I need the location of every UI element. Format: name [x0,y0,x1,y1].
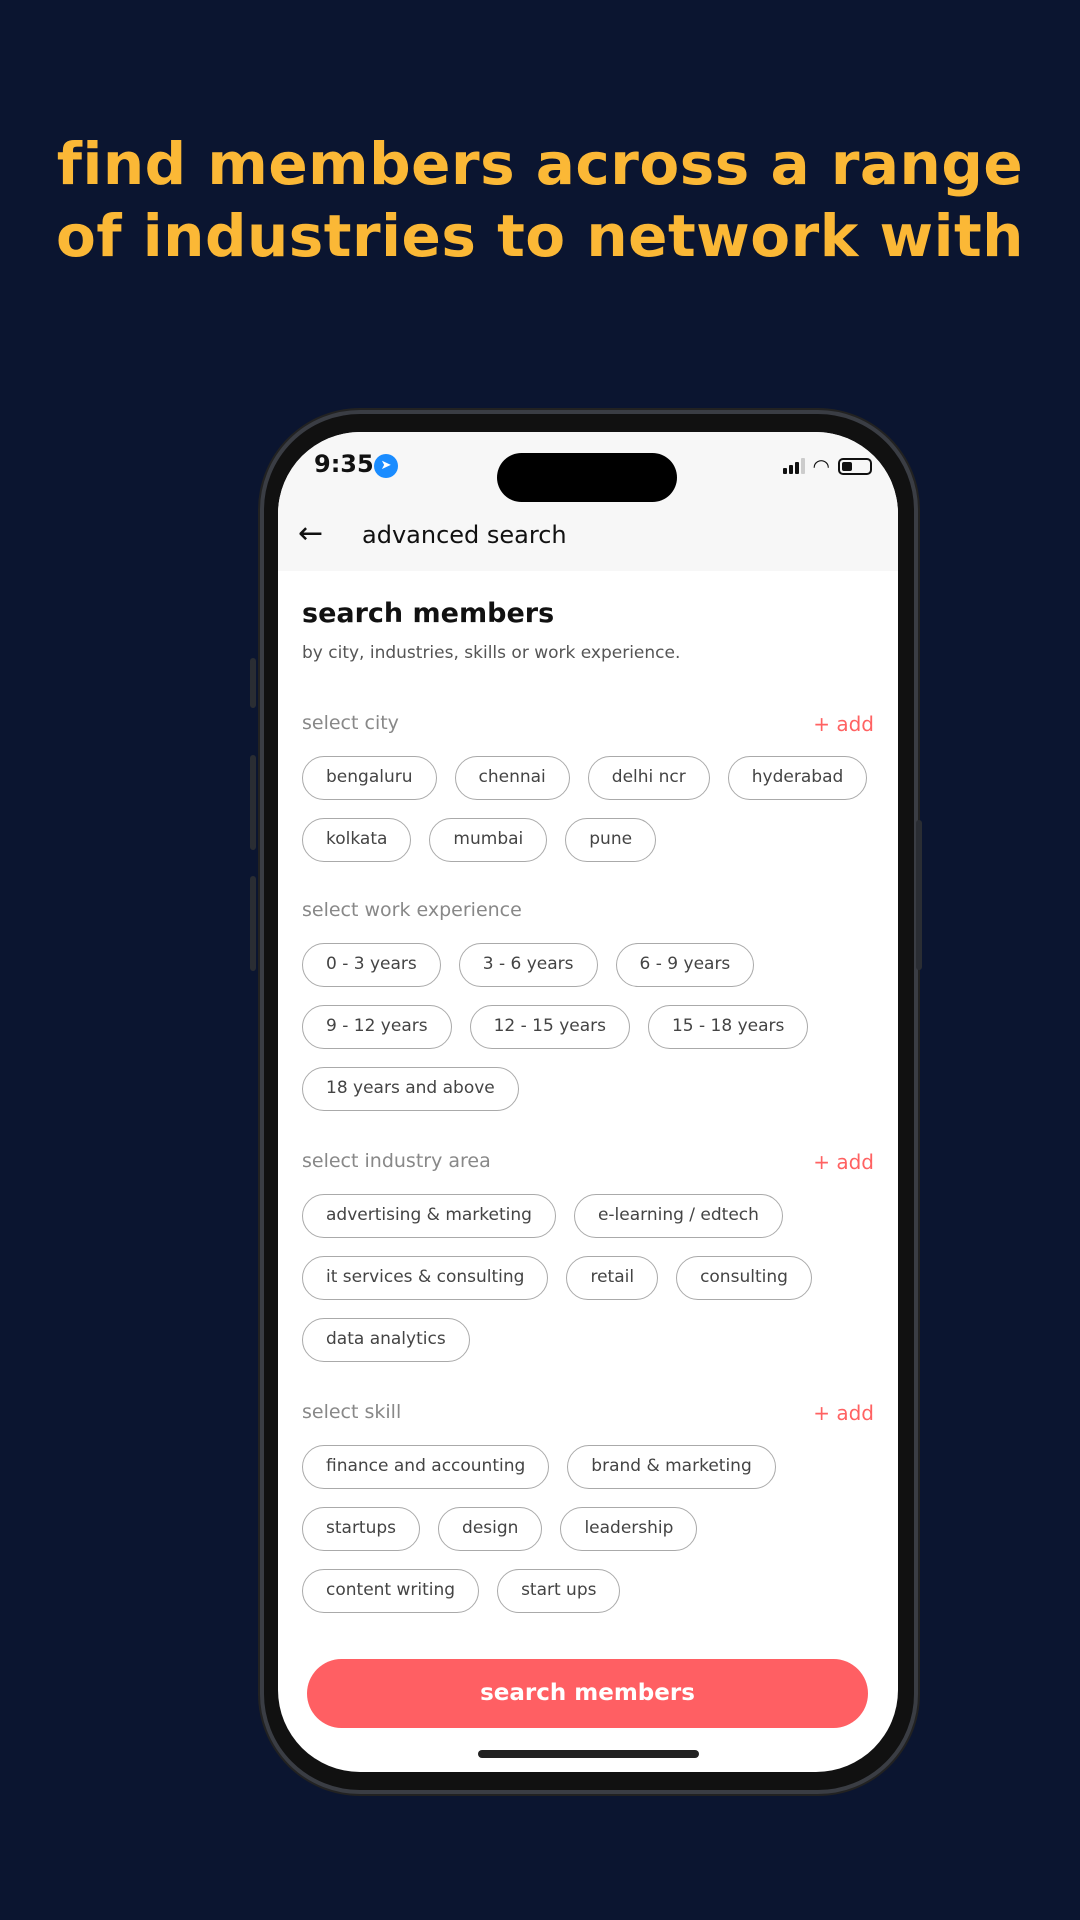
home-indicator [478,1750,699,1758]
filter-chip[interactable]: 12 - 15 years [469,1005,630,1049]
filter-chip[interactable]: startups [302,1507,421,1551]
location-arrow-icon: ➤ [374,454,398,478]
filter-chip[interactable]: 3 - 6 years [458,943,598,987]
filter-chip[interactable]: 15 - 18 years [647,1005,809,1049]
section-label: select work experience [302,899,522,921]
filter-chip[interactable]: bengaluru [302,756,437,800]
filter-chip[interactable]: leadership [560,1507,698,1551]
filter-chip[interactable]: start ups [497,1569,621,1613]
signal-icon [782,458,805,474]
chip-list: finance and accounting brand & marketing s… [302,1445,874,1613]
filter-chip[interactable]: data analytics [302,1318,470,1362]
filter-chip[interactable]: chennai [454,756,570,800]
city-section: select city + add bengaluru chennai delhi nc… [302,712,874,862]
phone-screen: 9:35 ➤ ◠ ← advanced search search member… [278,432,898,1772]
filter-chip[interactable]: brand & marketing [567,1445,776,1489]
section-label: select industry area [302,1150,491,1172]
battery-icon [838,457,872,475]
wifi-icon: ◠ [812,454,830,478]
add-button[interactable]: + add [813,1150,874,1176]
filter-chip[interactable]: consulting [676,1256,812,1300]
filter-chip[interactable]: 9 - 12 years [302,1005,452,1049]
section-label: select skill [302,1401,402,1423]
filter-chip[interactable]: pune [565,818,657,862]
section-header: select skill + add [302,1401,874,1427]
filter-chip[interactable]: finance and accounting [302,1445,550,1489]
section-header: select work experience [302,899,874,925]
filter-chip[interactable]: advertising & marketing [302,1194,556,1238]
arrow-left-icon[interactable]: ← [298,516,323,551]
phone-volume-down [250,876,256,971]
phone-action-button [250,658,256,708]
status-icons: ◠ [782,454,872,478]
search-members-button[interactable]: search members [307,1659,868,1728]
phone-power-button [916,820,922,970]
filter-chip[interactable]: mumbai [429,818,548,862]
filter-chip[interactable]: e-learning / edtech [573,1194,783,1238]
filter-chip[interactable]: delhi ncr [587,756,710,800]
work-experience-section: select work experience 0 - 3 years 3 - 6 y… [302,899,874,1111]
section-header: select industry area + add [302,1150,874,1176]
headline-line-1: find members across a range [56,130,1024,198]
headline: find members across a range of industrie… [0,128,1080,272]
filter-chip[interactable]: design [438,1507,543,1551]
dynamic-island [497,453,677,502]
chip-list: advertising & marketing e-learning / edte… [302,1194,874,1362]
filter-chip[interactable]: 0 - 3 years [302,943,441,987]
filter-chip[interactable]: 6 - 9 years [615,943,755,987]
section-subtitle: by city, industries, skills or work expe… [302,643,681,663]
industry-section: select industry area + add advertising & m… [302,1150,874,1362]
add-button[interactable]: + add [813,1401,874,1427]
page-title: advanced search [362,521,567,549]
add-button[interactable]: + add [813,712,874,738]
filter-chip[interactable]: 18 years and above [302,1067,519,1111]
filter-chip[interactable]: retail [566,1256,659,1300]
filter-chip[interactable]: it services & consulting [302,1256,549,1300]
chip-list: bengaluru chennai delhi ncr hyderabad kolkat… [302,756,874,862]
skill-section: select skill + add finance and accounting b… [302,1401,874,1613]
phone-volume-up [250,755,256,850]
chip-list: 0 - 3 years 3 - 6 years 6 - 9 years 9 - 12 … [302,943,874,1111]
filter-chip[interactable]: content writing [302,1569,480,1613]
filter-chip[interactable]: kolkata [302,818,412,862]
section-title: search members [302,598,555,629]
filter-chip[interactable]: hyderabad [727,756,868,800]
headline-line-2: of industries to network with [56,202,1024,270]
status-time: 9:35 [314,450,374,478]
section-label: select city [302,712,399,734]
section-header: select city + add [302,712,874,738]
